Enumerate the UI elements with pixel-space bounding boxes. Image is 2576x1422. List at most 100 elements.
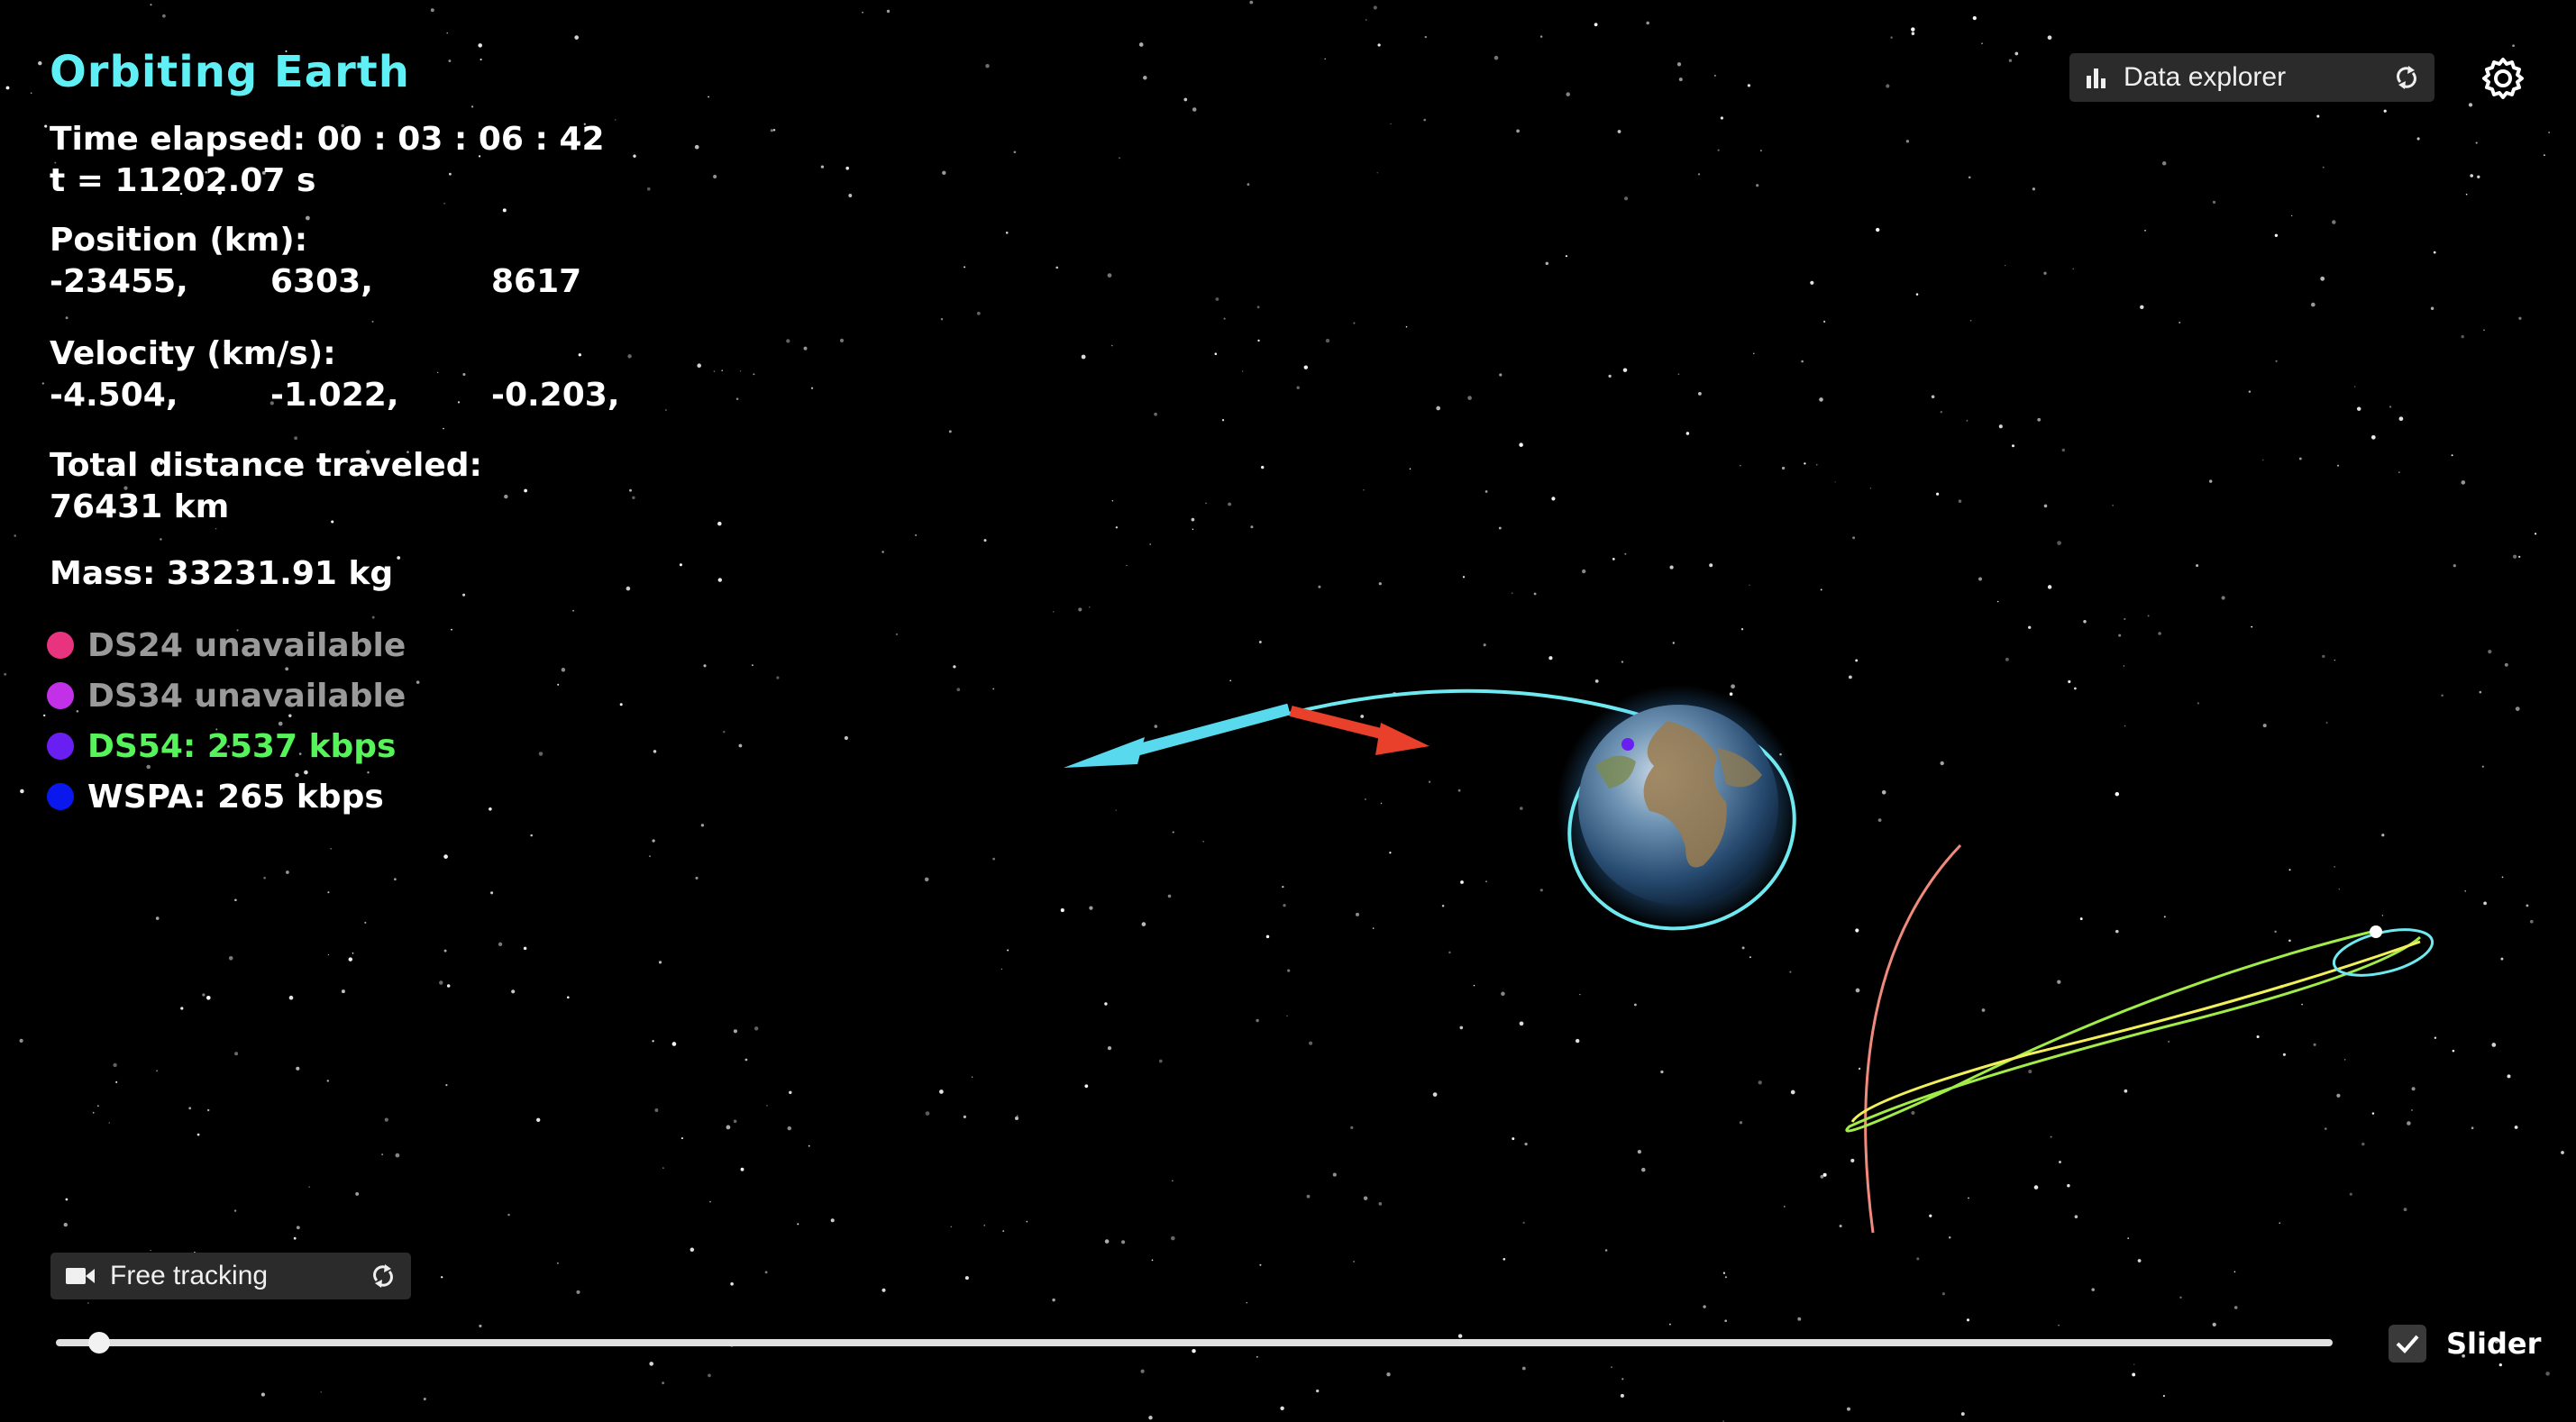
slider-toggle[interactable]: Slider (2389, 1325, 2541, 1363)
station-status-dot (47, 632, 74, 659)
slider-thumb[interactable] (87, 1332, 110, 1354)
star (150, 1249, 151, 1252)
star (2212, 1322, 2216, 1327)
star (848, 194, 853, 197)
star (830, 1218, 835, 1223)
star (2529, 919, 2534, 924)
star (1612, 558, 1615, 561)
star (1958, 499, 1962, 503)
star (451, 628, 452, 631)
star (1548, 656, 1553, 661)
star (2561, 1151, 2564, 1154)
star (1053, 611, 1055, 613)
star (694, 144, 699, 150)
cycle-icon[interactable] (370, 1262, 397, 1290)
star (942, 170, 946, 175)
star (2403, 1208, 2407, 1212)
velocity-x: -4.504, (50, 377, 178, 414)
star (2461, 480, 2466, 485)
moon-orbit-arc (1864, 843, 1962, 1234)
station-label: DS54: 2537 kbps (87, 727, 397, 765)
star (1115, 809, 1117, 811)
star (2461, 334, 2464, 339)
time-slider[interactable] (56, 1332, 2333, 1354)
star (2057, 541, 2061, 545)
star (1966, 1318, 1970, 1322)
data-explorer-button[interactable]: Data explorer (2069, 53, 2434, 102)
camera-mode-button[interactable]: Free tracking (50, 1253, 411, 1299)
star (523, 946, 527, 951)
star (2518, 316, 2522, 320)
star (658, 961, 662, 964)
star (2544, 154, 2545, 157)
star (2137, 1259, 2142, 1262)
star (371, 615, 375, 619)
star (2507, 1074, 2511, 1079)
star (2344, 1059, 2346, 1061)
star (964, 1276, 969, 1281)
star (1815, 463, 1818, 466)
star (1498, 526, 1502, 530)
star (156, 1070, 159, 1072)
star (1881, 790, 1886, 795)
star (2014, 51, 2019, 56)
star (1890, 36, 1893, 39)
star (1014, 1116, 1019, 1121)
star (1858, 1067, 1861, 1071)
star (976, 311, 981, 315)
star (479, 1324, 482, 1328)
star (1372, 927, 1375, 929)
star (2370, 434, 2376, 440)
star (740, 1167, 744, 1171)
star (150, 4, 152, 6)
star (1126, 564, 1128, 567)
star (41, 382, 44, 385)
star (1424, 35, 1427, 39)
star (2028, 1070, 2032, 1074)
star (654, 1108, 659, 1112)
star (293, 1236, 297, 1240)
star (1797, 1317, 1802, 1321)
star (1948, 1236, 1951, 1239)
star (1739, 1121, 1743, 1125)
star (1685, 432, 1690, 435)
star (2349, 1192, 2352, 1196)
star (115, 1080, 118, 1083)
star (2481, 765, 2484, 768)
star (2288, 939, 2291, 943)
star (1501, 991, 1505, 997)
slider-checkbox[interactable] (2389, 1325, 2426, 1363)
star (1756, 184, 1759, 187)
star (1121, 1240, 1126, 1244)
cycle-icon[interactable] (2393, 64, 2420, 91)
star (1432, 1092, 1438, 1097)
station-ds54: DS54: 2537 kbps (47, 721, 406, 771)
star (2381, 834, 2385, 837)
star (2158, 632, 2161, 635)
star (2115, 929, 2119, 934)
star (1905, 140, 1910, 143)
star (416, 680, 420, 684)
star (2043, 504, 2048, 508)
star (576, 1290, 580, 1294)
star (1753, 352, 1755, 355)
star (2079, 917, 2083, 921)
star (1428, 780, 1431, 783)
star (1378, 1202, 1383, 1206)
star (1940, 761, 1944, 766)
star (1192, 528, 1194, 531)
gear-icon[interactable] (2480, 56, 2526, 101)
star (1229, 679, 1232, 682)
star (1167, 894, 1172, 898)
star (1551, 497, 1556, 501)
star (557, 683, 560, 686)
star (2221, 596, 2225, 600)
star (713, 370, 716, 372)
velocity-z: -0.203, (491, 377, 620, 414)
star (2058, 1325, 2060, 1326)
star (561, 668, 566, 672)
star (1462, 576, 1466, 579)
star (263, 876, 266, 880)
star (490, 891, 494, 895)
star (2061, 448, 2066, 452)
